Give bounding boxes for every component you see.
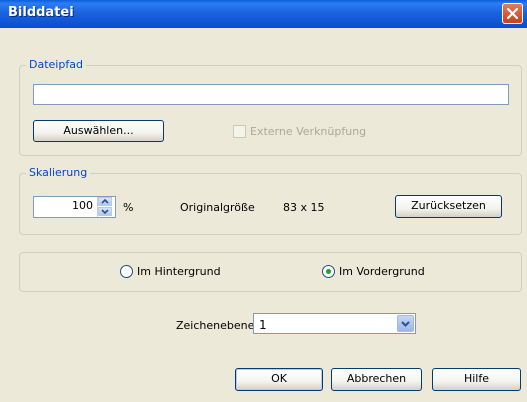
- spin-down-button[interactable]: [98, 207, 112, 216]
- external-link-checkbox[interactable]: [233, 125, 246, 138]
- position-group: [19, 252, 522, 292]
- close-button[interactable]: [502, 3, 523, 24]
- foreground-radio-dot: [326, 269, 331, 274]
- external-link-label: Externe Verknüpfung: [250, 125, 367, 138]
- window-title: Bilddatei: [8, 5, 74, 20]
- file-path-input[interactable]: [33, 84, 509, 105]
- foreground-radio-label[interactable]: Im Vordergrund: [339, 265, 425, 278]
- file-path-legend: Dateipfad: [26, 58, 86, 71]
- scale-spinner[interactable]: [97, 197, 112, 217]
- percent-label: %: [123, 201, 134, 214]
- spin-up-icon: [101, 198, 109, 204]
- file-path-group: Dateipfad: [19, 58, 522, 156]
- scaling-legend: Skalierung: [26, 166, 91, 179]
- original-size-label: Originalgröße: [180, 201, 255, 214]
- close-icon: [507, 8, 518, 19]
- spin-up-button[interactable]: [98, 197, 112, 206]
- reset-button[interactable]: Zurücksetzen: [395, 195, 502, 218]
- help-button[interactable]: Hilfe: [432, 368, 521, 391]
- dialog-window: Bilddatei Dateipfad Auswählen... Externe…: [0, 0, 527, 402]
- background-radio[interactable]: [120, 265, 133, 278]
- layer-select-value: 1: [259, 318, 267, 332]
- spin-down-icon: [101, 209, 109, 215]
- foreground-radio[interactable]: [322, 265, 335, 278]
- title-bar[interactable]: Bilddatei: [0, 0, 527, 28]
- layer-dropdown-button[interactable]: [397, 315, 414, 332]
- background-radio-label[interactable]: Im Hintergrund: [137, 265, 221, 278]
- scale-value: 100: [72, 199, 93, 212]
- original-size-value: 83 x 15: [283, 201, 325, 214]
- cancel-button[interactable]: Abbrechen: [331, 368, 422, 391]
- ok-button[interactable]: OK: [235, 368, 323, 391]
- browse-button[interactable]: Auswählen...: [33, 120, 164, 142]
- layer-label: Zeichenebene: [176, 319, 255, 332]
- layer-select[interactable]: 1: [253, 313, 416, 334]
- chevron-down-icon: [401, 321, 410, 327]
